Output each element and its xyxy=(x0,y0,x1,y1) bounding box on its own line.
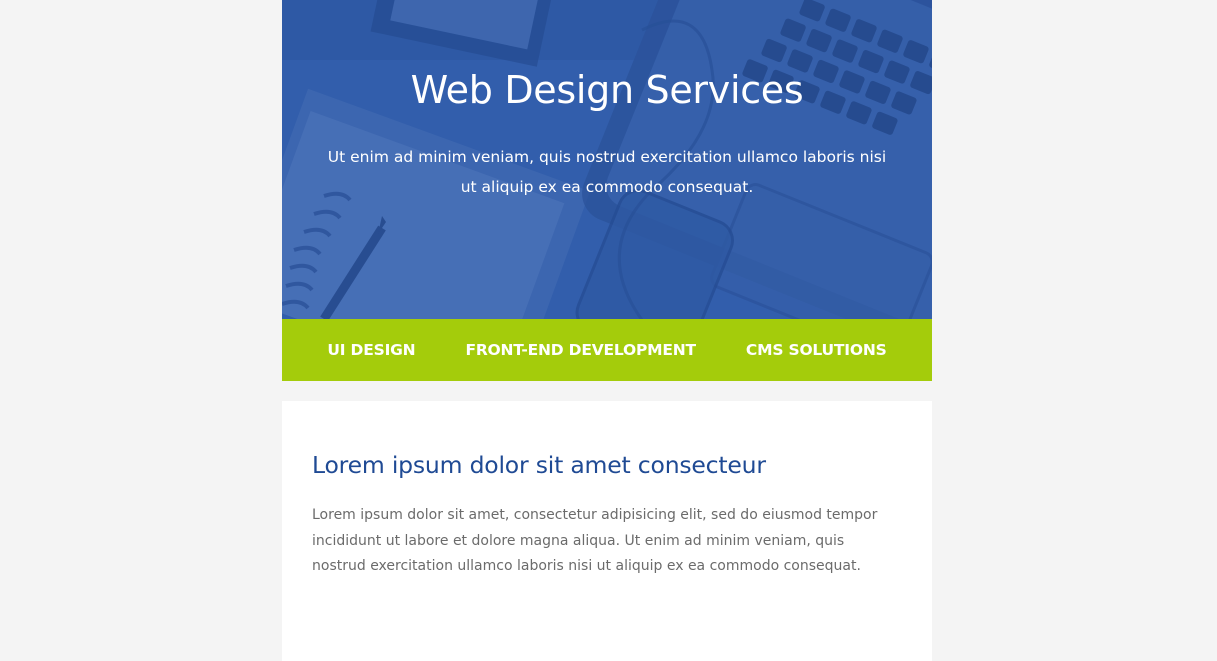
content-section: Lorem ipsum dolor sit amet consecteur Lo… xyxy=(282,401,932,661)
hero-subtitle: Ut enim ad minim veniam, quis nostrud ex… xyxy=(327,148,887,196)
nav-link-front-end-development[interactable]: FRONT-END DEVELOPMENT xyxy=(465,341,696,359)
email-container: Web Design Services Ut enim ad minim ven… xyxy=(282,0,932,661)
service-nav-bar: UI DESIGN FRONT-END DEVELOPMENT CMS SOLU… xyxy=(282,319,932,381)
nav-link-cms-solutions[interactable]: CMS SOLUTIONS xyxy=(746,341,887,359)
content-body-text: Lorem ipsum dolor sit amet, consectetur … xyxy=(312,507,878,574)
content-heading: Lorem ipsum dolor sit amet consecteur xyxy=(312,451,766,479)
nav-link-ui-design[interactable]: UI DESIGN xyxy=(327,341,415,359)
hero-banner: Web Design Services Ut enim ad minim ven… xyxy=(282,0,932,319)
hero-title: Web Design Services xyxy=(410,68,804,112)
